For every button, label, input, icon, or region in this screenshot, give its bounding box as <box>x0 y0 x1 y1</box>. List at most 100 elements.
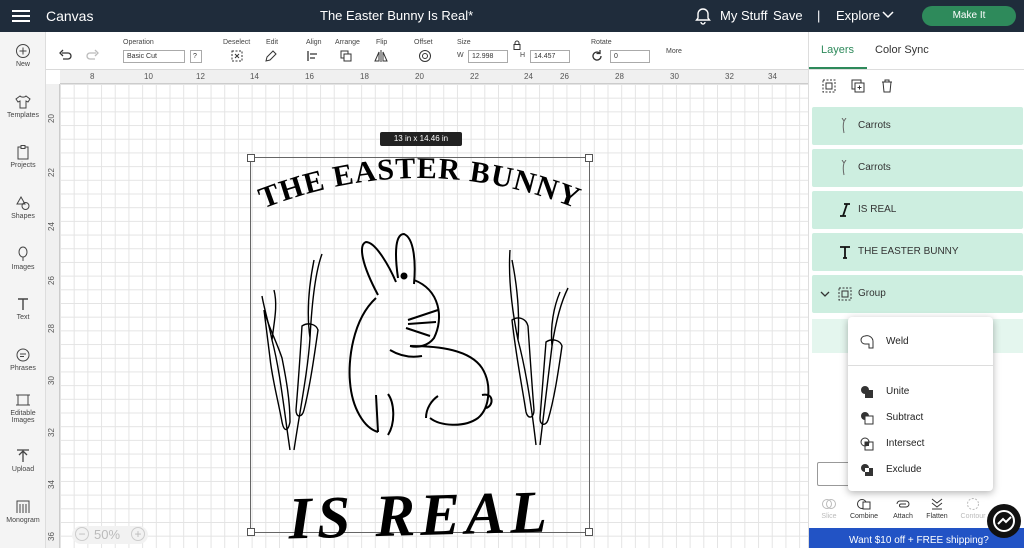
bunny-illustration[interactable] <box>348 232 493 436</box>
make-it-button[interactable]: Make It <box>922 6 1016 26</box>
carrots-right[interactable] <box>508 249 569 446</box>
intersect-icon <box>860 437 874 451</box>
document-title[interactable]: The Easter Bunny Is Real* <box>320 8 473 23</box>
chevron-down-icon[interactable] <box>820 289 830 299</box>
ruler-tick: 28 <box>615 72 624 81</box>
shapes-icon <box>16 195 30 210</box>
more-button[interactable]: More <box>666 48 682 55</box>
topbar-separator: | <box>817 8 821 23</box>
menu-item-label: Unite <box>886 386 910 397</box>
save-button[interactable]: Save <box>773 8 803 23</box>
redo-icon[interactable] <box>86 49 100 63</box>
layer-row[interactable]: THE EASTER BUNNY <box>812 233 1023 271</box>
align-label: Align <box>306 39 322 46</box>
contour-button[interactable]: Contour <box>955 497 991 520</box>
is-real-text[interactable]: IS REAL <box>287 479 553 545</box>
combine-button[interactable]: Combine <box>846 497 882 520</box>
messenger-chat-button[interactable] <box>987 504 1021 538</box>
layer-row[interactable]: IS REAL <box>812 191 1023 229</box>
menu-item-unite[interactable]: Unite <box>848 381 993 403</box>
menu-item-intersect[interactable]: Intersect <box>848 433 993 455</box>
nav-editable-images[interactable]: Editable Images <box>0 392 46 424</box>
layer-row[interactable]: Carrots <box>812 149 1023 187</box>
operation-help-button[interactable]: ? <box>190 50 202 63</box>
trash-icon[interactable] <box>879 78 895 94</box>
flip-icon[interactable] <box>374 49 388 63</box>
duplicate-icon[interactable] <box>850 78 866 94</box>
group-layers-icon[interactable] <box>821 78 837 94</box>
ruler-tick: 10 <box>144 72 153 81</box>
nav-label-phrases: Phrases <box>10 365 36 372</box>
menu-item-label: Weld <box>886 336 909 347</box>
tab-layers[interactable]: Layers <box>821 44 854 56</box>
deselect-icon[interactable] <box>230 49 244 63</box>
hamburger-menu-icon[interactable] <box>12 8 30 24</box>
zoom-in-button[interactable]: + <box>131 527 145 541</box>
attach-icon <box>896 500 910 508</box>
bell-icon[interactable] <box>694 7 712 25</box>
nav-templates[interactable]: Templates <box>0 94 46 119</box>
nav-monogram[interactable]: Monogram <box>0 499 46 524</box>
nav-phrases[interactable]: Phrases <box>0 347 46 372</box>
text-t-icon <box>18 298 28 310</box>
clipboard-icon <box>17 145 29 160</box>
layer-label: Group <box>858 288 886 299</box>
my-stuff-link[interactable]: My Stuff <box>720 8 767 23</box>
slice-button[interactable]: Slice <box>811 497 847 520</box>
nav-label-text: Text <box>16 314 30 321</box>
height-input[interactable]: 14.457 <box>530 50 570 63</box>
offset-icon[interactable] <box>418 49 432 63</box>
ruler-tick: 34 <box>46 480 56 489</box>
attach-label: Attach <box>893 513 913 520</box>
menu-divider <box>848 365 993 366</box>
nav-new[interactable]: New <box>0 43 46 68</box>
arrange-icon[interactable] <box>339 49 353 63</box>
flatten-label: Flatten <box>926 513 948 520</box>
unite-icon <box>861 386 873 398</box>
layer-row-group[interactable]: Group <box>812 275 1023 313</box>
contour-label: Contour <box>960 513 986 520</box>
nav-label-new: New <box>15 61 30 68</box>
nav-images[interactable]: Images <box>0 246 46 271</box>
menu-item-subtract[interactable]: Subtract <box>848 407 993 429</box>
ruler-tick: 26 <box>560 72 569 81</box>
menu-item-exclude[interactable]: Exclude <box>848 459 993 481</box>
pen-edit-icon[interactable] <box>264 49 278 63</box>
carrots-left[interactable] <box>261 253 323 451</box>
attach-button[interactable]: Attach <box>885 497 921 520</box>
messenger-icon <box>993 510 1015 532</box>
layer-row[interactable]: Carrots <box>812 107 1023 145</box>
weld-icon <box>860 335 874 349</box>
tab-color-sync[interactable]: Color Sync <box>875 44 929 56</box>
nav-upload[interactable]: Upload <box>0 448 46 473</box>
ruler-tick: 34 <box>768 72 777 81</box>
menu-item-weld[interactable]: Weld <box>848 331 993 353</box>
contour-icon <box>967 498 979 510</box>
ruler-tick: 30 <box>670 72 679 81</box>
design-artwork[interactable]: THE EASTER BUNNY IS REAL <box>250 150 590 545</box>
width-input[interactable]: 12.998 <box>468 50 508 63</box>
combine-label: Combine <box>849 513 878 520</box>
ruler-tick: 28 <box>46 324 56 333</box>
lock-icon[interactable] <box>512 40 522 50</box>
rotate-input[interactable]: 0 <box>610 50 650 63</box>
nav-projects[interactable]: Projects <box>0 144 46 169</box>
nav-label-images: Images <box>11 264 35 271</box>
align-icon[interactable] <box>306 49 320 63</box>
combine-menu: Weld Unite Subtract Intersect Exclude <box>848 317 993 491</box>
nav-shapes[interactable]: Shapes <box>0 195 46 220</box>
zoom-level: 50% <box>94 527 121 542</box>
easter-bunny-arc-text[interactable]: THE EASTER BUNNY <box>254 152 585 215</box>
rotate-icon[interactable] <box>590 49 604 63</box>
explore-button[interactable]: Explore <box>836 8 880 23</box>
height-label: H <box>520 52 526 59</box>
operation-select[interactable]: Basic Cut <box>123 50 185 63</box>
flatten-button[interactable]: Flatten <box>919 497 955 520</box>
nav-text[interactable]: Text <box>0 296 46 321</box>
zoom-out-button[interactable]: − <box>75 527 89 541</box>
ruler-vertical: 20 22 24 26 28 30 32 34 36 <box>46 84 60 548</box>
flatten-icon <box>931 498 943 510</box>
chevron-down-icon[interactable] <box>882 10 894 20</box>
menu-item-label: Subtract <box>886 412 924 423</box>
undo-icon[interactable] <box>58 49 72 63</box>
